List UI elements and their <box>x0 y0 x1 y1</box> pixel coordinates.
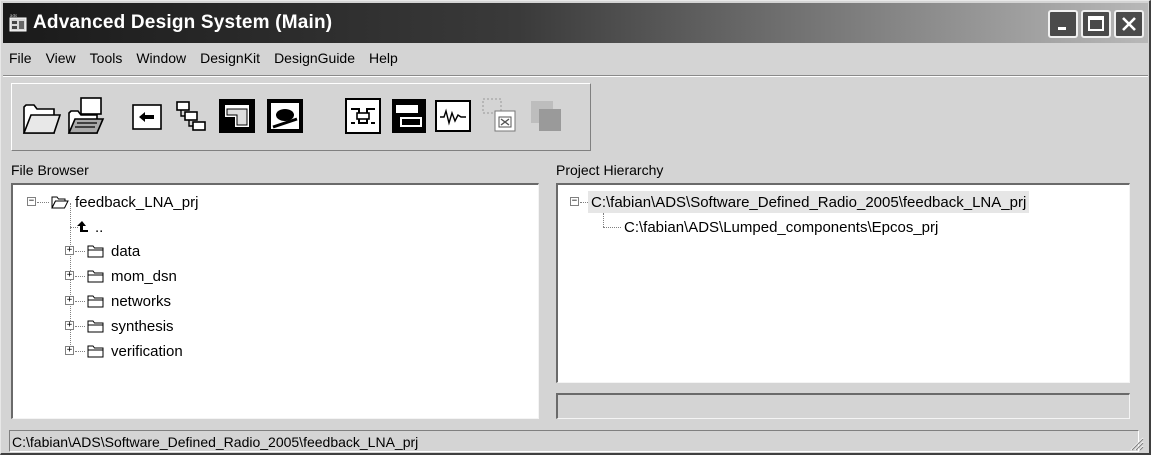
tree-item-root[interactable]: feedback_LNA_prj <box>75 191 198 213</box>
menu-help[interactable]: Help <box>362 47 405 71</box>
open-design-button[interactable] <box>66 92 108 140</box>
tree-item-folder[interactable]: networks <box>111 290 171 312</box>
tree-item-label: C:\fabian\ADS\Software_Defined_Radio_200… <box>591 193 1027 211</box>
ads-app-icon[interactable]: ads <box>9 13 27 32</box>
menu-tools[interactable]: Tools <box>83 47 130 71</box>
tree-item-label: synthesis <box>111 317 174 335</box>
close-window-icon <box>482 98 516 132</box>
tree-item-folder[interactable]: data <box>111 240 140 262</box>
new-layout-button[interactable] <box>216 92 258 140</box>
resize-grip-icon[interactable] <box>1128 435 1144 451</box>
folder-icon <box>87 345 104 358</box>
maximize-icon <box>1088 16 1104 31</box>
open-project-button[interactable] <box>20 92 62 140</box>
layout-window-icon <box>392 99 426 133</box>
maximize-button[interactable] <box>1081 10 1111 38</box>
main-window: ads Advanced Design System (Main) File V… <box>0 0 1151 455</box>
close-button[interactable] <box>1114 10 1144 38</box>
expand-icon[interactable]: + <box>65 246 74 255</box>
tree-item-folder[interactable]: synthesis <box>111 315 174 337</box>
hierarchy-item-root[interactable]: C:\fabian\ADS\Software_Defined_Radio_200… <box>588 191 1030 213</box>
hierarchy-item-child[interactable]: C:\fabian\ADS\Lumped_components\Epcos_pr… <box>624 216 938 238</box>
tree-item-label: verification <box>111 342 183 360</box>
file-browser-label: File Browser <box>11 162 89 178</box>
collapse-icon[interactable]: − <box>27 197 36 206</box>
svg-text:ads: ads <box>10 14 17 18</box>
menu-bar: File View Tools Window DesignKit DesignG… <box>3 47 405 71</box>
tree-branch-line <box>75 276 85 277</box>
tree-branch-line <box>75 326 85 327</box>
tree-trunk-line <box>603 213 604 227</box>
tree-branch-line <box>37 202 49 203</box>
folder-icon <box>87 320 104 333</box>
minimize-button[interactable] <box>1048 10 1078 38</box>
tree-item-label: feedback_LNA_prj <box>75 193 199 211</box>
up-arrow-icon <box>77 221 88 232</box>
tree-item-label: data <box>111 242 141 260</box>
open-file-icon <box>67 97 105 134</box>
toolbar <box>11 83 591 151</box>
window-title: Advanced Design System (Main) <box>33 12 333 33</box>
tree-item-label: .. <box>95 218 104 236</box>
hierarchy-icon <box>176 101 206 131</box>
collapse-icon[interactable]: − <box>570 197 579 206</box>
expand-icon[interactable]: + <box>65 321 74 330</box>
folder-icon <box>87 295 104 308</box>
tree-item-parent[interactable]: .. <box>95 216 103 238</box>
layout-window-button[interactable] <box>388 92 430 140</box>
status-bar: C:\fabian\ADS\Software_Defined_Radio_200… <box>3 429 1146 453</box>
file-browser-tree[interactable]: − feedback_LNA_prj .. + data + mom_dsn +… <box>11 183 539 419</box>
new-schematic-button[interactable] <box>264 92 306 140</box>
menu-designkit[interactable]: DesignKit <box>193 47 267 71</box>
menu-designguide[interactable]: DesignGuide <box>267 47 362 71</box>
menu-view[interactable]: View <box>39 47 83 71</box>
menu-separator <box>3 75 1148 77</box>
folder-icon <box>87 270 104 283</box>
tree-branch-line <box>75 301 85 302</box>
tree-branch-line <box>580 202 588 203</box>
tree-item-folder[interactable]: verification <box>111 340 183 362</box>
folder-icon <box>87 245 104 258</box>
return-icon <box>132 104 162 130</box>
minimize-icon <box>1058 27 1066 30</box>
layout-icon <box>219 99 255 133</box>
return-button[interactable] <box>126 92 168 140</box>
tile-icon <box>531 101 561 131</box>
tree-branch-line <box>75 351 85 352</box>
circuit-icon <box>345 98 381 134</box>
tree-item-folder[interactable]: mom_dsn <box>111 265 177 287</box>
status-path: C:\fabian\ADS\Software_Defined_Radio_200… <box>9 430 1139 452</box>
tree-branch-line <box>603 227 621 228</box>
folder-open-icon <box>22 104 61 134</box>
title-bar[interactable]: ads Advanced Design System (Main) <box>3 3 1148 43</box>
schematic-icon <box>267 99 303 133</box>
hierarchy-button[interactable] <box>170 92 212 140</box>
tree-item-label: mom_dsn <box>111 267 177 285</box>
expand-icon[interactable]: + <box>65 346 74 355</box>
tree-item-label: C:\fabian\ADS\Lumped_components\Epcos_pr… <box>624 218 939 236</box>
waveform-icon <box>435 100 471 132</box>
expand-icon[interactable]: + <box>65 296 74 305</box>
close-icon <box>1122 17 1136 31</box>
tile-windows-button[interactable] <box>524 92 566 140</box>
menu-file[interactable]: File <box>3 47 39 71</box>
data-display-button[interactable] <box>432 92 474 140</box>
menu-window[interactable]: Window <box>129 47 193 71</box>
hierarchy-info-field <box>556 393 1130 419</box>
project-hierarchy-label: Project Hierarchy <box>556 162 664 178</box>
folder-open-icon <box>51 196 69 209</box>
tree-item-label: networks <box>111 292 172 310</box>
close-window-button[interactable] <box>478 92 520 140</box>
project-hierarchy-tree[interactable]: − C:\fabian\ADS\Software_Defined_Radio_2… <box>556 183 1130 383</box>
tree-branch-line <box>75 251 85 252</box>
expand-icon[interactable]: + <box>65 271 74 280</box>
schematic-window-button[interactable] <box>342 92 384 140</box>
